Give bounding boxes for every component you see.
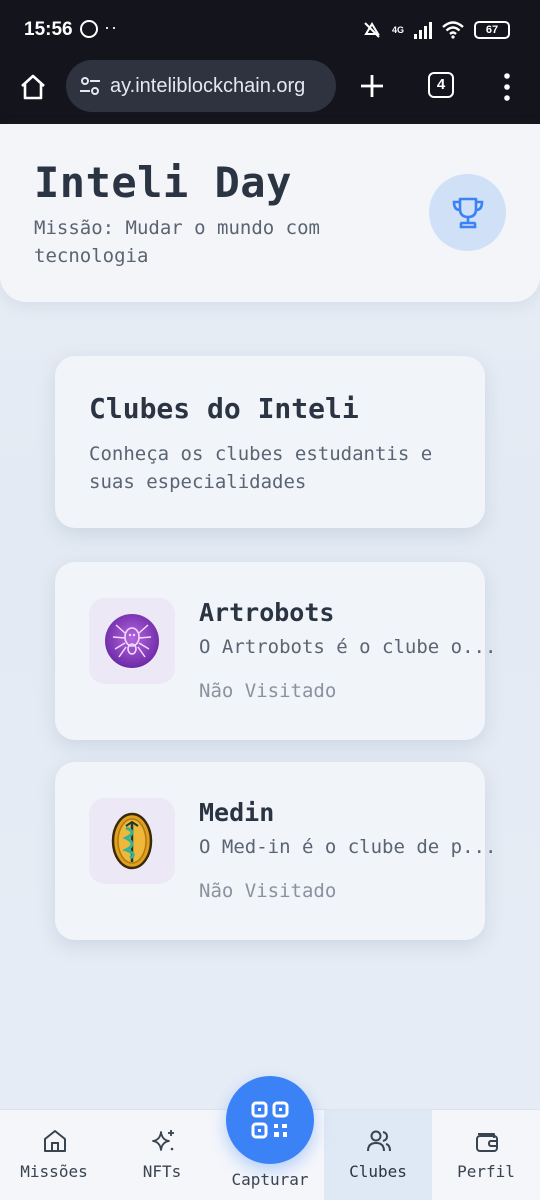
network-type: 4G bbox=[391, 25, 404, 35]
mute-icon bbox=[364, 22, 380, 38]
capture-qr-button[interactable] bbox=[226, 1076, 314, 1164]
nav-label: NFTs bbox=[142, 1162, 182, 1181]
page-subtitle: Missão: Mudar o mundo com tecnologia bbox=[34, 217, 320, 267]
new-tab-icon[interactable] bbox=[358, 72, 386, 100]
nav-item-clubes[interactable]: Clubes bbox=[324, 1110, 432, 1200]
club-description: O Artrobots é o clube o... bbox=[199, 636, 497, 658]
club-card-medin[interactable]: Medin O Med-in é o clube de p... Não Vis… bbox=[55, 762, 496, 940]
url-text: ay.inteliblockchain.org bbox=[110, 74, 306, 97]
whatsapp-icon bbox=[80, 20, 98, 38]
club-visit-status: Não Visitado bbox=[199, 680, 337, 702]
signal-icon bbox=[414, 21, 432, 39]
section-title: Clubes do Inteli bbox=[89, 392, 359, 425]
nav-item-missoes[interactable]: Missões bbox=[0, 1110, 108, 1200]
users-icon bbox=[367, 1130, 391, 1152]
browser-toolbar: ay.inteliblockchain.org 4 bbox=[0, 60, 540, 124]
more-notifications-icon: ·· bbox=[104, 17, 118, 37]
wallet-icon bbox=[476, 1133, 498, 1152]
caduceus-coin-logo-icon bbox=[111, 812, 153, 870]
nav-item-nfts[interactable]: NFTs bbox=[108, 1110, 216, 1200]
status-bar: 15:56 ·· 4G 67 bbox=[0, 0, 540, 60]
club-name: Medin bbox=[199, 798, 275, 827]
club-logo bbox=[89, 598, 175, 684]
nav-label: Clubes bbox=[349, 1162, 407, 1181]
status-time: 15:56 bbox=[24, 19, 73, 40]
club-visit-status: Não Visitado bbox=[199, 880, 337, 902]
page-header: Inteli Day Missão: Mudar o mundo com tec… bbox=[0, 124, 540, 302]
nav-label: Missões bbox=[20, 1162, 88, 1181]
wifi-icon bbox=[442, 21, 464, 39]
qr-code-icon bbox=[251, 1101, 289, 1139]
site-settings-icon[interactable] bbox=[78, 74, 102, 98]
address-bar[interactable]: ay.inteliblockchain.org bbox=[66, 60, 336, 112]
trophy-icon bbox=[452, 197, 483, 228]
club-description: O Med-in é o clube de p... bbox=[199, 836, 497, 858]
home-icon[interactable] bbox=[18, 72, 48, 102]
nav-label: Perfil bbox=[457, 1162, 515, 1181]
home-icon bbox=[44, 1130, 66, 1152]
clubs-intro-card: Clubes do Inteli Conheça os clubes estud… bbox=[55, 356, 485, 528]
trophy-button[interactable] bbox=[429, 174, 506, 251]
sparkles-icon bbox=[152, 1130, 174, 1151]
club-logo bbox=[89, 798, 175, 884]
tab-switcher-button[interactable]: 4 bbox=[428, 72, 454, 98]
club-card-artrobots[interactable]: Artrobots O Artrobots é o clube o... Não… bbox=[55, 562, 496, 740]
page-title: Inteli Day bbox=[34, 158, 292, 207]
section-description: Conheça os clubes estudantis e suas espe… bbox=[89, 443, 433, 493]
capture-label: Capturar bbox=[231, 1170, 309, 1189]
spider-robot-logo-icon bbox=[105, 614, 159, 668]
nav-item-perfil[interactable]: Perfil bbox=[432, 1110, 540, 1200]
club-name: Artrobots bbox=[199, 598, 335, 627]
overflow-menu-icon[interactable] bbox=[500, 72, 514, 102]
battery-icon: 67 bbox=[474, 21, 510, 39]
